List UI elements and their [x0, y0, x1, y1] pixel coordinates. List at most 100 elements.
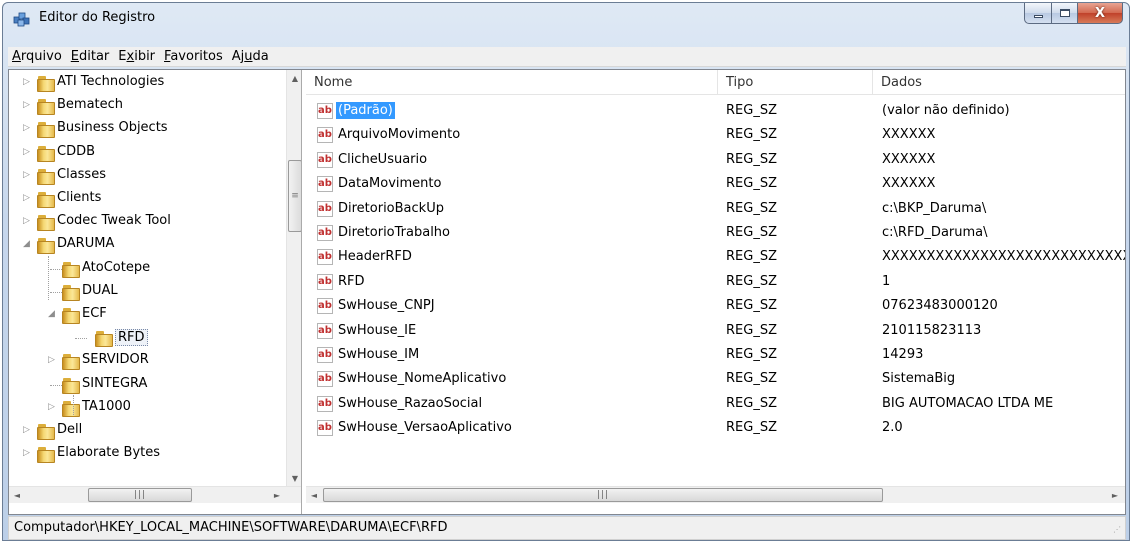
tree-connector	[48, 256, 49, 300]
value-data: XXXXXX	[882, 176, 936, 192]
maximize-icon	[1059, 9, 1070, 17]
value-row[interactable]: ab ClicheUsuario REG_SZ XXXXXX	[306, 149, 1125, 173]
maximize-button[interactable]	[1051, 3, 1077, 24]
value-type: REG_SZ	[726, 151, 777, 167]
tree-item-classes[interactable]: ▷ Classes	[9, 165, 286, 187]
value-row[interactable]: ab SwHouse_IE REG_SZ 210115823113	[306, 320, 1125, 344]
close-button[interactable]: X	[1077, 3, 1123, 24]
string-value-icon: ab	[317, 395, 333, 412]
value-name: SwHouse_IM	[338, 347, 420, 362]
folder-icon	[37, 122, 55, 139]
expand-arrow-icon[interactable]: ▷	[23, 426, 32, 435]
tree-item-dual[interactable]: DUAL	[9, 281, 286, 303]
scroll-left-icon[interactable]: ◄	[9, 487, 25, 503]
expand-arrow-icon[interactable]: ▷	[23, 449, 32, 458]
menu-item-2[interactable]: Exibir	[114, 49, 160, 64]
scroll-left-icon[interactable]: ◄	[306, 487, 322, 503]
value-row[interactable]: ab SwHouse_CNPJ REG_SZ 07623483000120	[306, 295, 1125, 319]
column-header-name[interactable]: Nome	[306, 70, 718, 95]
tree-item-daruma[interactable]: ◢ DARUMA	[9, 234, 286, 256]
tree-horizontal-scrollbar[interactable]: ◄ ||| ►	[9, 486, 301, 503]
folder-icon	[37, 238, 55, 255]
resize-grip-icon[interactable]: ⋰	[1113, 526, 1123, 537]
folder-icon	[62, 284, 80, 301]
tree-item-ecf[interactable]: ◢ ECF	[9, 304, 286, 326]
tree-item-ta1000[interactable]: ▷ TA1000	[9, 397, 286, 419]
value-name: DataMovimento	[338, 176, 442, 192]
value-row[interactable]: ab (Padrão) REG_SZ (valor não definido)	[306, 100, 1125, 124]
tree-item-cddb[interactable]: ▷ CDDB	[9, 142, 286, 164]
folder-icon	[62, 261, 80, 278]
tree-item-clients[interactable]: ▷ Clients	[9, 188, 286, 210]
scroll-up-icon[interactable]: ▲	[287, 70, 301, 86]
scroll-down-icon[interactable]: ▼	[287, 470, 301, 486]
value-row[interactable]: ab SwHouse_VersaoAplicativo REG_SZ 2.0	[306, 417, 1125, 441]
expand-arrow-icon[interactable]: ▷	[23, 194, 32, 203]
value-row[interactable]: ab SwHouse_NomeAplicativo REG_SZ SistemaBig	[306, 368, 1125, 392]
value-row[interactable]: ab SwHouse_IM REG_SZ 14293	[306, 344, 1125, 368]
collapse-arrow-icon[interactable]: ◢	[48, 310, 57, 319]
client-area: ▷ ATI Technologies ▷ Bematech ▷ Business Obje…	[8, 69, 1126, 515]
string-value-icon: ab	[317, 103, 333, 119]
value-row[interactable]: ab DataMovimento REG_SZ XXXXXX	[306, 173, 1125, 197]
collapse-arrow-icon[interactable]: ◢	[23, 240, 32, 249]
expand-arrow-icon[interactable]: ▷	[23, 170, 32, 180]
scroll-right-icon[interactable]: ►	[1107, 487, 1123, 503]
tree-item-codec-tweak-tool[interactable]: ▷ Codec Tweak Tool	[9, 211, 286, 233]
value-data: XXXXXX	[882, 127, 936, 143]
value-row[interactable]: ab DiretorioTrabalho REG_SZ c:\RFD_Daruma\	[306, 222, 1125, 246]
value-name: HeaderRFD	[338, 249, 412, 265]
column-header-data[interactable]: Dados	[873, 70, 1125, 95]
expand-arrow-icon[interactable]: ▷	[48, 356, 57, 365]
tree-item-label: Business Objects	[57, 120, 168, 136]
folder-icon	[37, 99, 55, 116]
tree-connector	[75, 338, 87, 340]
string-value-icon: ab	[317, 249, 333, 266]
tree-item-dell[interactable]: ▷ Dell	[9, 420, 286, 442]
tree-item-rfd[interactable]: RFD	[9, 327, 286, 349]
tree-connector	[50, 384, 62, 386]
minimize-button[interactable]	[1024, 3, 1051, 24]
expand-arrow-icon[interactable]: ▷	[23, 101, 32, 110]
expand-arrow-icon[interactable]: ▷	[23, 217, 32, 226]
tree-item-label: Codec Tweak Tool	[57, 213, 171, 229]
expand-arrow-icon[interactable]: ▷	[23, 124, 32, 133]
menu-item-4[interactable]: Ajuda	[228, 49, 274, 64]
value-data: 07623483000120	[882, 298, 998, 314]
value-row[interactable]: ab HeaderRFD REG_SZ XXXXXXXXXXXXXXXXXXXXXXX…	[306, 246, 1125, 270]
folder-icon	[37, 192, 55, 208]
tree-vertical-scrollbar[interactable]: ▲ ≡ ▼	[286, 70, 301, 486]
tree-item-elaborate-bytes[interactable]: ▷ Elaborate Bytes	[9, 443, 286, 465]
tree-item-label: Dell	[57, 422, 83, 437]
tree-item-servidor[interactable]: ▷ SERVIDOR	[9, 350, 286, 372]
tree-item-label: Clients	[57, 190, 102, 205]
value-row[interactable]: ab DiretorioBackUp REG_SZ c:\BKP_Daruma\	[306, 198, 1125, 222]
list-horizontal-scroll-thumb[interactable]: |||	[323, 488, 883, 502]
value-row[interactable]: ab SwHouse_RazaoSocial REG_SZ BIG AUTOMACAO…	[306, 393, 1125, 417]
value-name: SwHouse_VersaoAplicativo	[338, 420, 512, 436]
value-type: REG_SZ	[726, 395, 777, 411]
menu-item-0[interactable]: Arquivo	[8, 49, 67, 64]
tree-item-ati-technologies[interactable]: ▷ ATI Technologies	[9, 72, 286, 94]
tree-item-label: Bematech	[57, 97, 124, 113]
tree-item-business-objects[interactable]: ▷ Business Objects	[9, 118, 286, 140]
menu-item-1[interactable]: Editar	[67, 49, 115, 64]
expand-arrow-icon[interactable]: ▷	[23, 147, 32, 157]
tree-item-atocotepe[interactable]: AtoCotepe	[9, 258, 286, 280]
tree-item-sintegra[interactable]: SINTEGRA	[9, 374, 286, 396]
minimize-icon	[1033, 14, 1043, 18]
list-horizontal-scrollbar[interactable]: ◄ ||| ►	[306, 486, 1125, 503]
string-value-icon: ab	[317, 371, 333, 388]
value-row[interactable]: ab RFD REG_SZ 1	[306, 271, 1125, 295]
scroll-right-icon[interactable]: ►	[269, 487, 285, 503]
menu-item-3[interactable]: Favoritos	[160, 49, 228, 64]
value-row[interactable]: ab ArquivoMovimento REG_SZ XXXXXX	[306, 124, 1125, 148]
column-header-type[interactable]: Tipo	[718, 70, 873, 95]
expand-arrow-icon[interactable]: ▷	[48, 402, 57, 412]
tree-item-bematech[interactable]: ▷ Bematech	[9, 95, 286, 117]
expand-arrow-icon[interactable]: ▷	[23, 78, 32, 87]
tree-vertical-scroll-thumb[interactable]: ≡	[288, 160, 301, 232]
title-bar[interactable]: Editor do Registro X	[3, 3, 1129, 33]
folder-icon	[37, 424, 55, 440]
tree-horizontal-scroll-thumb[interactable]: |||	[88, 488, 192, 502]
